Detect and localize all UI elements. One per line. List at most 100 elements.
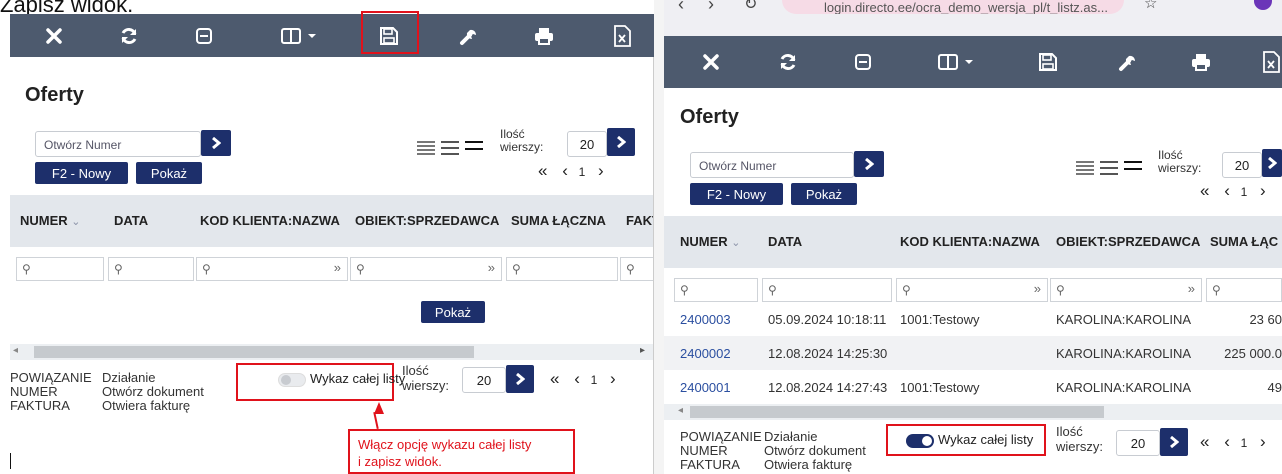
column-header[interactable]: DATA xyxy=(114,213,148,228)
rows-apply-button[interactable] xyxy=(607,128,635,156)
column-header[interactable]: NUMER ⌄ xyxy=(20,213,81,228)
row-density-icons[interactable] xyxy=(1076,161,1142,175)
rows-per-page-input[interactable]: 20 xyxy=(567,131,607,157)
column-header[interactable]: OBIEKT:SPRZEDAWCA xyxy=(355,213,499,228)
scroll-right-icon[interactable]: ▸ xyxy=(640,345,645,356)
save-button[interactable] xyxy=(1034,48,1062,76)
column-header[interactable]: OBIEKT:SPRZEDAWCA xyxy=(1056,234,1200,249)
density-compact-icon[interactable] xyxy=(417,141,435,155)
screenshot-divider xyxy=(654,0,664,474)
refresh-button[interactable] xyxy=(774,48,802,76)
density-wide-icon[interactable] xyxy=(465,141,483,155)
pager-prev-button[interactable]: ‹ xyxy=(1224,181,1231,200)
columns-button[interactable] xyxy=(275,22,325,50)
close-button[interactable] xyxy=(697,48,725,76)
show-button[interactable]: Pokaż xyxy=(791,183,857,205)
column-header[interactable]: SUMA ŁĄCZNA xyxy=(511,213,606,228)
pager-prev-button[interactable]: ‹ xyxy=(574,369,581,388)
density-wide-icon[interactable] xyxy=(1124,161,1142,175)
pager-prev-button[interactable]: ‹ xyxy=(562,161,569,180)
table-row[interactable]: 2400003 05.09.2024 10:18:11 1001:Testowy… xyxy=(664,302,1282,336)
column-header[interactable]: DATA xyxy=(768,234,802,249)
forward-icon[interactable]: › xyxy=(708,0,714,15)
filter-input[interactable]: ⚲ xyxy=(16,257,104,281)
full-list-toggle[interactable] xyxy=(906,434,934,448)
footer-rows-input[interactable]: 20 xyxy=(1116,430,1160,456)
doc-number-link[interactable]: 2400002 xyxy=(680,346,731,361)
column-header[interactable]: SUMA ŁĄC xyxy=(1210,234,1278,249)
filter-input[interactable]: ⚲ xyxy=(762,278,892,302)
filter-input[interactable]: ⚲» xyxy=(350,257,502,281)
profile-avatar[interactable] xyxy=(1254,0,1272,10)
scroll-thumb[interactable] xyxy=(690,406,1104,418)
column-header[interactable]: KOD KLIENTA:NAZWA xyxy=(200,213,340,228)
density-compact-icon[interactable] xyxy=(1076,161,1094,175)
refresh-button[interactable] xyxy=(115,22,143,50)
filter-input[interactable]: ⚲ xyxy=(620,257,653,281)
horizontal-scrollbar[interactable]: ◂ xyxy=(664,404,1282,420)
footer-rows-apply-button[interactable] xyxy=(1160,428,1188,456)
row-density-icons[interactable] xyxy=(417,141,483,155)
show-button[interactable]: Pokaż xyxy=(136,162,202,184)
print-button[interactable] xyxy=(530,22,558,50)
pager-prev-button[interactable]: ‹ xyxy=(1224,432,1231,451)
scroll-thumb[interactable] xyxy=(34,346,474,358)
density-medium-icon[interactable] xyxy=(441,141,459,155)
filter-input[interactable]: ⚲» xyxy=(896,278,1048,302)
table-row[interactable]: 2400001 12.08.2024 14:27:43 1001:Testowy… xyxy=(664,370,1282,404)
back-icon[interactable]: ‹ xyxy=(678,0,684,15)
filter-input[interactable]: ⚲ xyxy=(674,278,758,302)
pager-first-button[interactable]: « xyxy=(1200,432,1210,451)
columns-button[interactable] xyxy=(932,48,982,76)
chevron-right-icon xyxy=(1268,157,1277,169)
table-row[interactable]: 2400002 12.08.2024 14:25:30 KAROLINA:KAR… xyxy=(664,336,1282,370)
filter-input[interactable]: ⚲ xyxy=(506,257,618,281)
close-button[interactable] xyxy=(40,22,68,50)
search-input[interactable]: Otwórz Numer xyxy=(690,152,854,178)
search-icon: ⚲ xyxy=(512,262,521,276)
footer-rows-input[interactable]: 20 xyxy=(462,367,506,393)
filter-input[interactable]: ⚲ xyxy=(108,257,194,281)
settings-button[interactable] xyxy=(455,22,483,50)
rows-apply-button[interactable] xyxy=(1262,149,1282,177)
excel-button[interactable] xyxy=(1260,48,1282,76)
column-header[interactable]: FAKT xyxy=(626,213,653,228)
minimize-button[interactable] xyxy=(190,22,218,50)
pager-first-button[interactable]: « xyxy=(538,161,548,180)
filter-input[interactable]: ⚲» xyxy=(1050,278,1202,302)
column-header[interactable]: NUMER ⌄ xyxy=(680,234,741,249)
client-cell: 1001:Testowy xyxy=(900,380,980,395)
excel-button[interactable] xyxy=(608,22,636,50)
address-bar[interactable]: login.directo.ee/ocra_demo_wersja_pl/t_l… xyxy=(782,0,1124,14)
scroll-left-icon[interactable]: ◂ xyxy=(678,405,683,416)
pager-next-button[interactable]: › xyxy=(1260,432,1267,451)
horizontal-scrollbar[interactable]: ◂ ▸ xyxy=(10,344,653,360)
footer-rows-apply-button[interactable] xyxy=(506,365,534,393)
density-medium-icon[interactable] xyxy=(1100,161,1118,175)
search-go-button[interactable] xyxy=(201,130,231,156)
doc-number-link[interactable]: 2400001 xyxy=(680,380,731,395)
print-button[interactable] xyxy=(1187,48,1215,76)
filter-input[interactable]: ⚲ xyxy=(1206,278,1282,302)
expand-icon: » xyxy=(487,260,495,275)
search-go-button[interactable] xyxy=(854,151,884,177)
new-button[interactable]: F2 - Nowy xyxy=(35,162,128,184)
pager-first-button[interactable]: « xyxy=(550,369,560,388)
settings-button[interactable] xyxy=(1114,48,1142,76)
star-icon[interactable]: ☆ xyxy=(1144,0,1157,12)
pager-next-button[interactable]: › xyxy=(598,161,605,180)
search-input[interactable]: Otwórz Numer xyxy=(35,131,201,157)
minimize-button[interactable] xyxy=(849,48,877,76)
filter-input[interactable]: ⚲» xyxy=(196,257,348,281)
rows-per-page-input[interactable]: 20 xyxy=(1222,152,1262,178)
pager-next-button[interactable]: › xyxy=(1260,181,1267,200)
table-show-button[interactable]: Pokaż xyxy=(421,301,485,323)
pager-first-button[interactable]: « xyxy=(1200,181,1210,200)
column-header[interactable]: KOD KLIENTA:NAZWA xyxy=(900,234,1040,249)
pager-next-button[interactable]: › xyxy=(610,369,617,388)
new-button[interactable]: F2 - Nowy xyxy=(690,183,783,205)
scroll-left-icon[interactable]: ◂ xyxy=(13,345,18,356)
full-list-toggle[interactable] xyxy=(278,373,306,387)
doc-number-link[interactable]: 2400003 xyxy=(680,312,731,327)
reload-icon[interactable]: ↻ xyxy=(744,0,757,14)
